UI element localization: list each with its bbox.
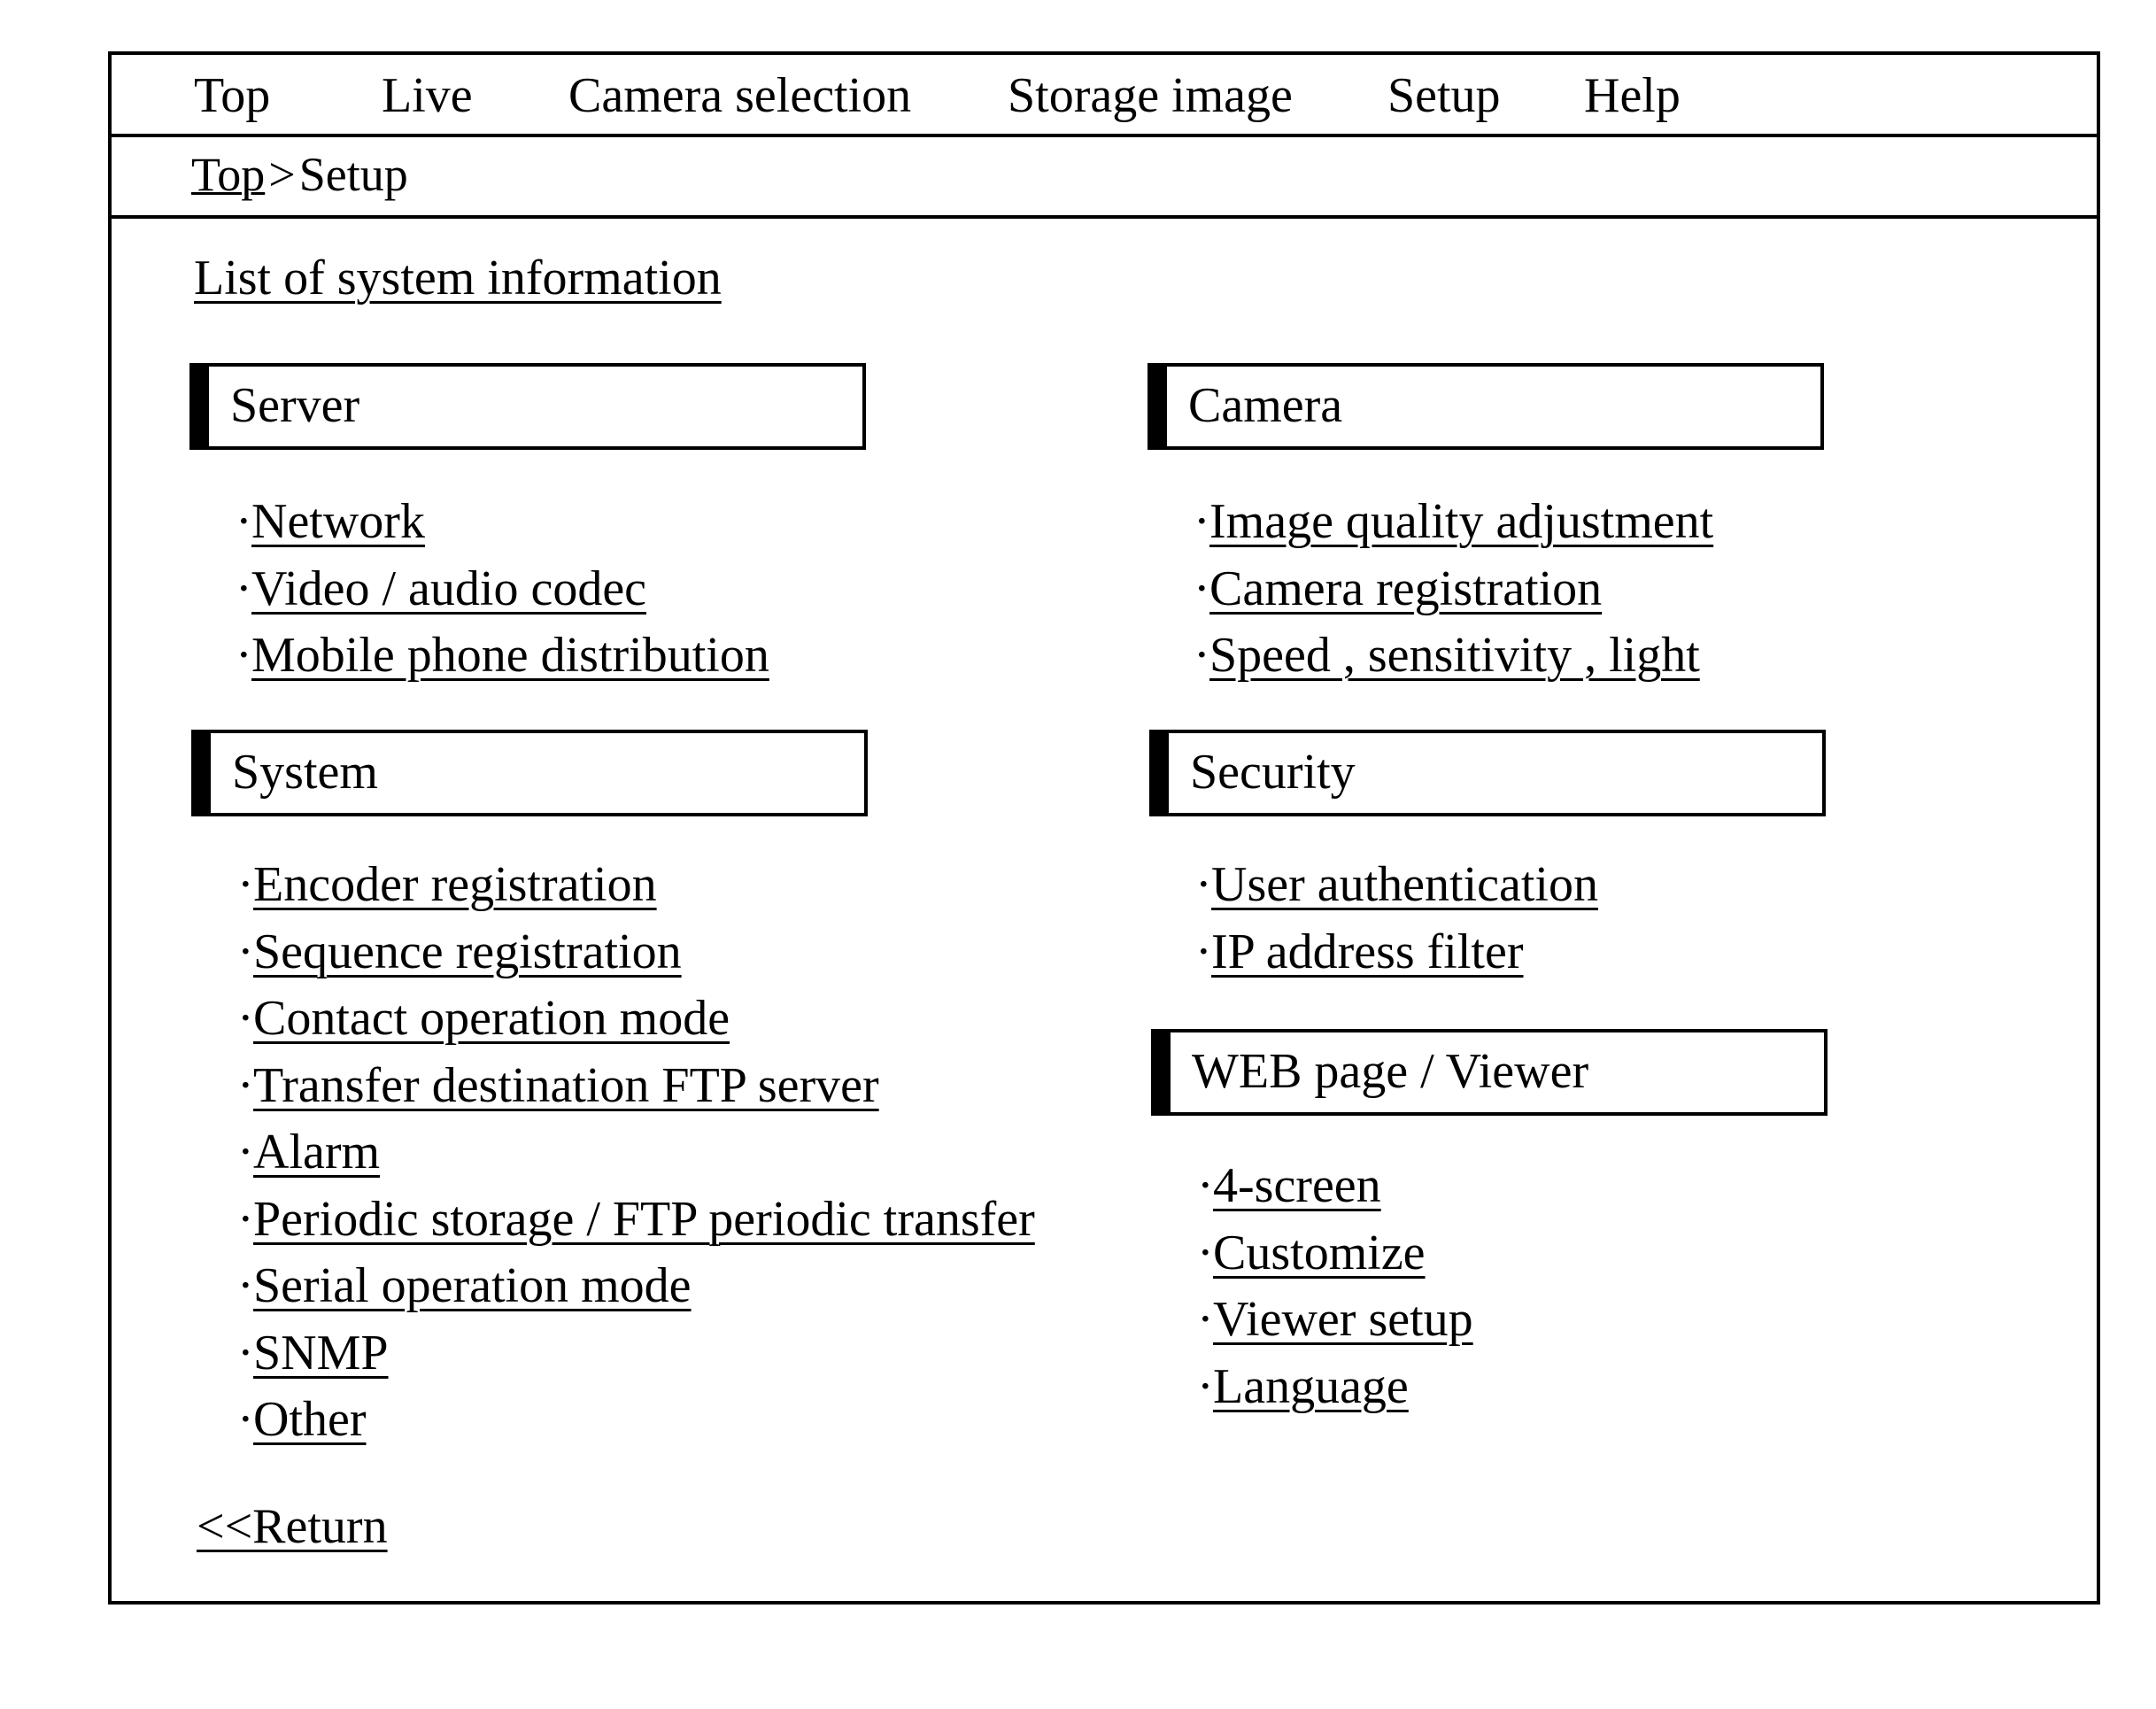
section-title: Camera: [1188, 378, 1343, 433]
top-menu-bar: Top Live Camera selection Storage image …: [112, 55, 2097, 137]
system-item-list: ·Encoder registration ·Sequence registra…: [237, 852, 1035, 1454]
link-label: Serial operation mode: [253, 1258, 692, 1313]
link-transfer-destination-ftp-server[interactable]: ·Transfer destination FTP server: [237, 1053, 1035, 1120]
bullet-icon: ·: [1195, 924, 1212, 979]
link-image-quality-adjustment[interactable]: ·Image quality adjustment: [1194, 489, 1713, 556]
bullet-icon: ·: [1197, 1358, 1214, 1414]
section-header-system: System: [191, 730, 868, 816]
bullet-icon: ·: [237, 1125, 254, 1179]
link-label: Language: [1213, 1358, 1409, 1414]
link-periodic-storage-ftp-transfer[interactable]: ·Periodic storage / FTP periodic transfe…: [237, 1187, 1035, 1254]
link-label: Sequence registration: [253, 924, 682, 979]
link-label: Other: [253, 1392, 367, 1447]
link-label: User authentication: [1211, 857, 1598, 912]
link-network[interactable]: ·Network: [236, 489, 769, 556]
link-label: Alarm: [253, 1125, 381, 1179]
bullet-icon: ·: [236, 494, 252, 549]
bullet-icon: ·: [237, 1191, 254, 1247]
section-title: WEB page / Viewer: [1192, 1044, 1589, 1099]
section-header-server: Server: [189, 363, 866, 450]
link-viewer-setup[interactable]: ·Viewer setup: [1197, 1287, 1473, 1354]
breadcrumb: Top>Setup: [191, 146, 408, 203]
section-title: Server: [230, 378, 360, 433]
section-title: System: [232, 745, 378, 800]
section-title: Security: [1190, 745, 1356, 800]
link-label: Image quality adjustment: [1209, 494, 1714, 549]
server-item-list: ·Network ·Video / audio codec ·Mobile ph…: [236, 489, 769, 690]
bullet-icon: ·: [237, 1258, 254, 1313]
menu-live[interactable]: Live: [382, 67, 473, 124]
link-label: Encoder registration: [253, 857, 657, 912]
return-link[interactable]: <<Return: [197, 1498, 388, 1555]
link-sequence-registration[interactable]: ·Sequence registration: [237, 919, 1035, 986]
link-label: Customize: [1213, 1225, 1426, 1280]
link-serial-operation-mode[interactable]: ·Serial operation mode: [237, 1253, 1035, 1320]
bullet-icon: ·: [236, 628, 252, 683]
link-label: Camera registration: [1209, 561, 1603, 616]
breadcrumb-current: Setup: [298, 148, 408, 201]
menu-help[interactable]: Help: [1584, 67, 1681, 124]
bullet-icon: ·: [1197, 1158, 1214, 1213]
link-label: Mobile phone distribution: [251, 628, 769, 683]
bullet-icon: ·: [1195, 857, 1212, 912]
link-label: Video / audio codec: [251, 561, 647, 616]
bullet-icon: ·: [237, 924, 254, 979]
link-user-authentication[interactable]: ·User authentication: [1195, 852, 1598, 919]
bullet-icon: ·: [236, 561, 252, 616]
link-4-screen[interactable]: ·4-screen: [1197, 1153, 1473, 1220]
link-other[interactable]: ·Other: [237, 1387, 1035, 1454]
link-customize[interactable]: ·Customize: [1197, 1220, 1473, 1288]
link-speed-sensitivity-light[interactable]: ·Speed , sensitivity , light: [1194, 623, 1713, 690]
section-header-security: Security: [1149, 730, 1826, 816]
menu-camera-selection[interactable]: Camera selection: [568, 67, 911, 124]
link-ip-address-filter[interactable]: ·IP address filter: [1195, 919, 1598, 986]
link-label: Viewer setup: [1213, 1292, 1473, 1347]
link-label: Speed , sensitivity , light: [1209, 628, 1700, 683]
link-camera-registration[interactable]: ·Camera registration: [1194, 556, 1713, 623]
bullet-icon: ·: [237, 1392, 254, 1447]
bullet-icon: ·: [237, 991, 254, 1046]
section-header-web-page-viewer: WEB page / Viewer: [1151, 1029, 1828, 1116]
link-snmp[interactable]: ·SNMP: [237, 1320, 1035, 1388]
link-alarm[interactable]: ·Alarm: [237, 1119, 1035, 1187]
bullet-icon: ·: [237, 857, 254, 912]
link-label: Network: [251, 494, 425, 549]
link-label: 4-screen: [1213, 1158, 1381, 1213]
web-item-list: ·4-screen ·Customize ·Viewer setup ·Lang…: [1197, 1153, 1473, 1420]
bullet-icon: ·: [1197, 1225, 1214, 1280]
bullet-icon: ·: [1197, 1292, 1214, 1347]
security-item-list: ·User authentication ·IP address filter: [1195, 852, 1598, 986]
link-mobile-phone-distribution[interactable]: ·Mobile phone distribution: [236, 623, 769, 690]
link-encoder-registration[interactable]: ·Encoder registration: [237, 852, 1035, 919]
bullet-icon: ·: [237, 1057, 254, 1113]
link-label: SNMP: [253, 1325, 389, 1380]
bullet-icon: ·: [1194, 628, 1210, 683]
link-label: Transfer destination FTP server: [253, 1057, 879, 1113]
camera-item-list: ·Image quality adjustment ·Camera regist…: [1194, 489, 1713, 690]
link-language[interactable]: ·Language: [1197, 1354, 1473, 1421]
breadcrumb-separator-icon: >: [268, 148, 296, 201]
link-video-audio-codec[interactable]: ·Video / audio codec: [236, 556, 769, 623]
setup-page-frame: Top Live Camera selection Storage image …: [108, 51, 2100, 1605]
menu-top[interactable]: Top: [194, 67, 270, 124]
list-of-system-information-link[interactable]: List of system information: [194, 250, 722, 306]
bullet-icon: ·: [237, 1325, 254, 1380]
section-header-camera: Camera: [1148, 363, 1824, 450]
menu-storage-image[interactable]: Storage image: [1008, 67, 1293, 124]
link-label: Contact operation mode: [253, 991, 730, 1046]
link-contact-operation-mode[interactable]: ·Contact operation mode: [237, 986, 1035, 1053]
bullet-icon: ·: [1194, 561, 1210, 616]
link-label: Periodic storage / FTP periodic transfer: [253, 1191, 1035, 1247]
link-label: IP address filter: [1211, 924, 1524, 979]
menu-setup[interactable]: Setup: [1387, 67, 1501, 124]
breadcrumb-top-link[interactable]: Top: [191, 148, 265, 201]
breadcrumb-bar: Top>Setup: [112, 137, 2097, 219]
bullet-icon: ·: [1194, 494, 1210, 549]
